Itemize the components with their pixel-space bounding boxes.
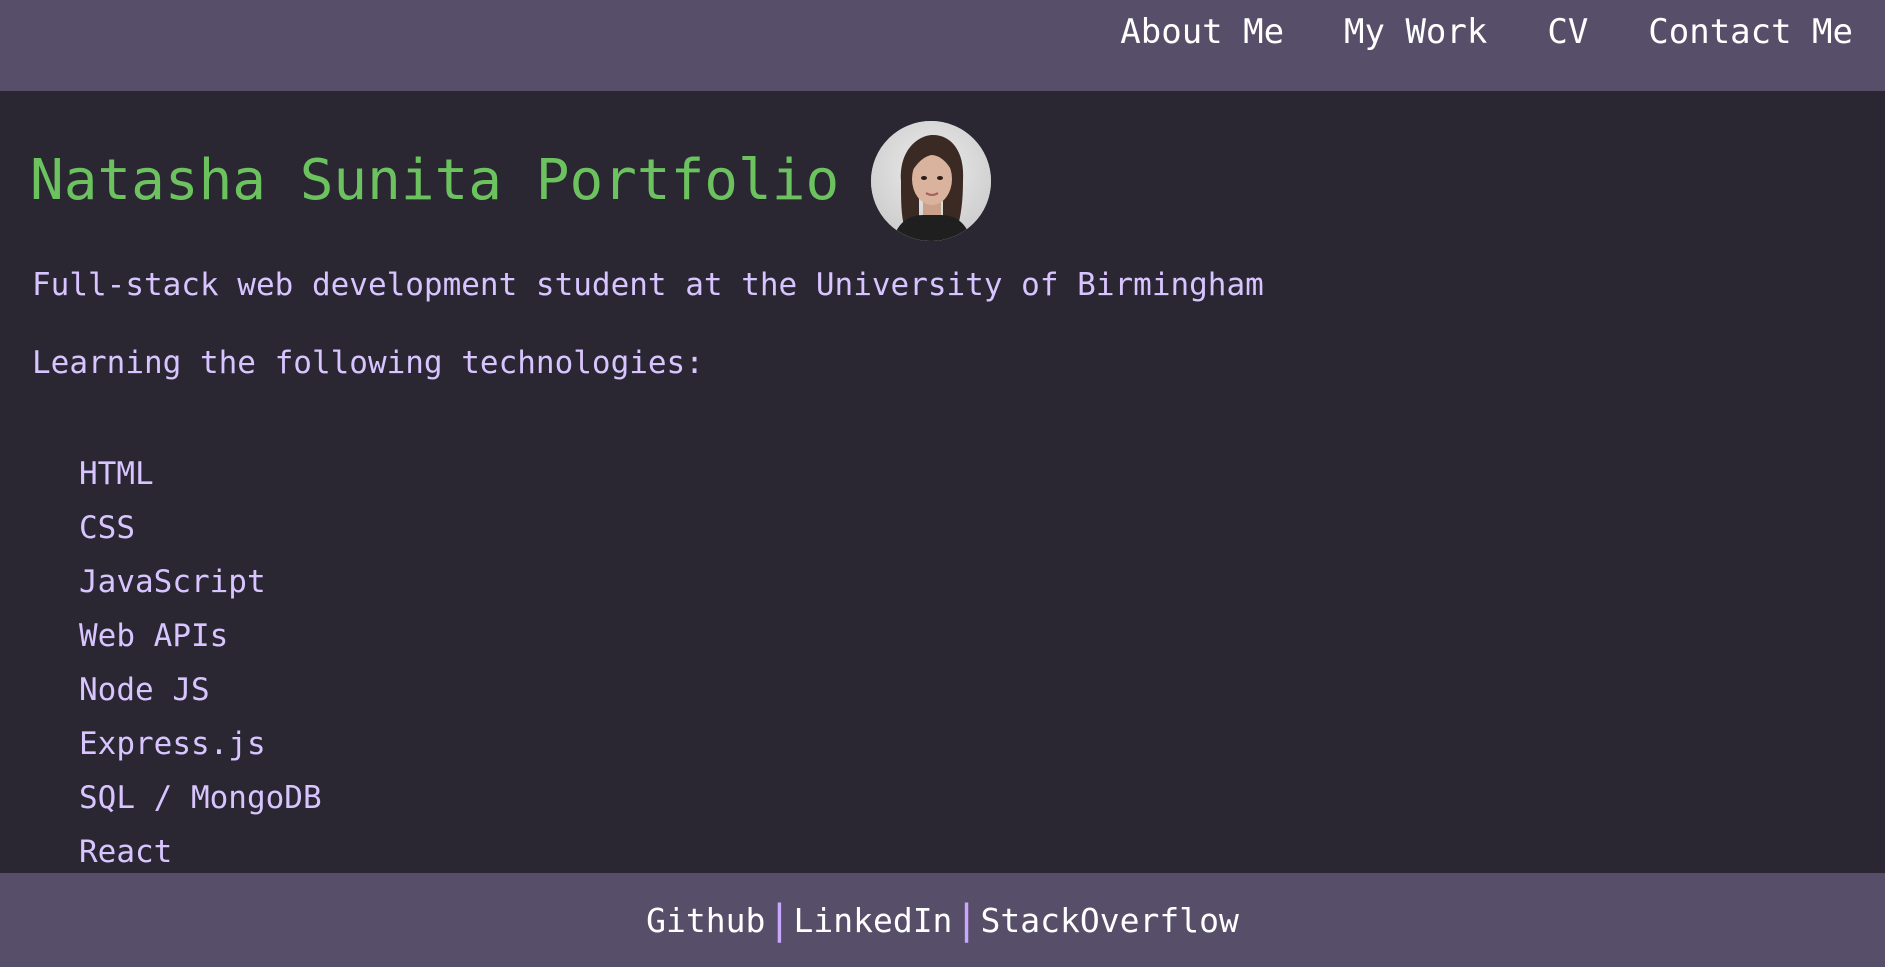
title-row: Natasha Sunita Portfolio [30,121,992,241]
nav-link-contact[interactable]: Contact Me [1648,12,1853,52]
technology-item: Web APIs [79,618,229,654]
profile-avatar [871,121,992,241]
nav-link-cv[interactable]: CV [1547,12,1588,52]
technology-item: Express.js [79,726,266,762]
tagline-text: Full-stack web development student at th… [32,267,1264,303]
learning-heading: Learning the following technologies: [32,345,704,381]
profile-photo-icon [871,121,992,241]
footer-separator: | [954,897,979,943]
technology-item: SQL / MongoDB [79,780,322,816]
technology-list: HTML CSS JavaScript Web APIs Node JS Exp… [79,447,322,879]
footer-link-github[interactable]: Github [646,901,765,940]
technology-item: HTML [79,456,154,492]
nav-link-about[interactable]: About Me [1120,12,1284,52]
page-title: Natasha Sunita Portfolio [30,148,840,213]
footer-link-linkedin[interactable]: LinkedIn [793,901,952,940]
nav-menu: About Me My Work CV Contact Me [1120,12,1853,52]
footer-separator: | [767,897,792,943]
technology-item: CSS [79,510,135,546]
technology-item: React [79,834,173,870]
footer-link-stackoverflow[interactable]: StackOverflow [981,901,1239,940]
technology-item: Node JS [79,672,210,708]
footer: Github | LinkedIn | StackOverflow [0,873,1885,967]
main-content: Natasha Sunita Portfolio Full-stack web … [0,91,1885,873]
nav-link-my-work[interactable]: My Work [1344,12,1487,52]
top-navbar: About Me My Work CV Contact Me [0,0,1885,91]
technology-item: JavaScript [79,564,266,600]
